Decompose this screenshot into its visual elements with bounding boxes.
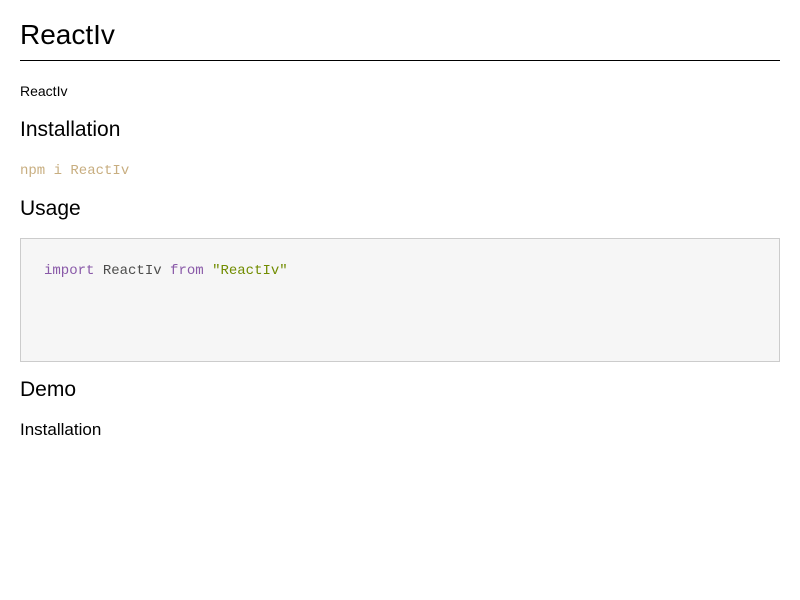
- demo-subheading: Installation: [20, 420, 102, 439]
- readme-page: ReactIv ReactIv Installation npm i React…: [20, 0, 780, 600]
- page-title: ReactIv: [20, 19, 115, 50]
- code-string: "ReactIv": [212, 263, 288, 279]
- installation-heading: Installation: [20, 118, 121, 141]
- title-divider: [20, 60, 780, 61]
- demo-heading: Demo: [20, 378, 77, 401]
- intro-text: ReactIv: [20, 83, 68, 99]
- usage-heading: Usage: [20, 197, 81, 220]
- code-keyword-import: import: [44, 263, 95, 279]
- install-command: npm i ReactIv: [20, 163, 130, 179]
- code-line: import ReactIv from "ReactIv": [44, 262, 288, 280]
- code-identifier: ReactIv: [102, 263, 162, 279]
- usage-code-block: import ReactIv from "ReactIv": [20, 238, 780, 362]
- code-keyword-from: from: [170, 263, 204, 279]
